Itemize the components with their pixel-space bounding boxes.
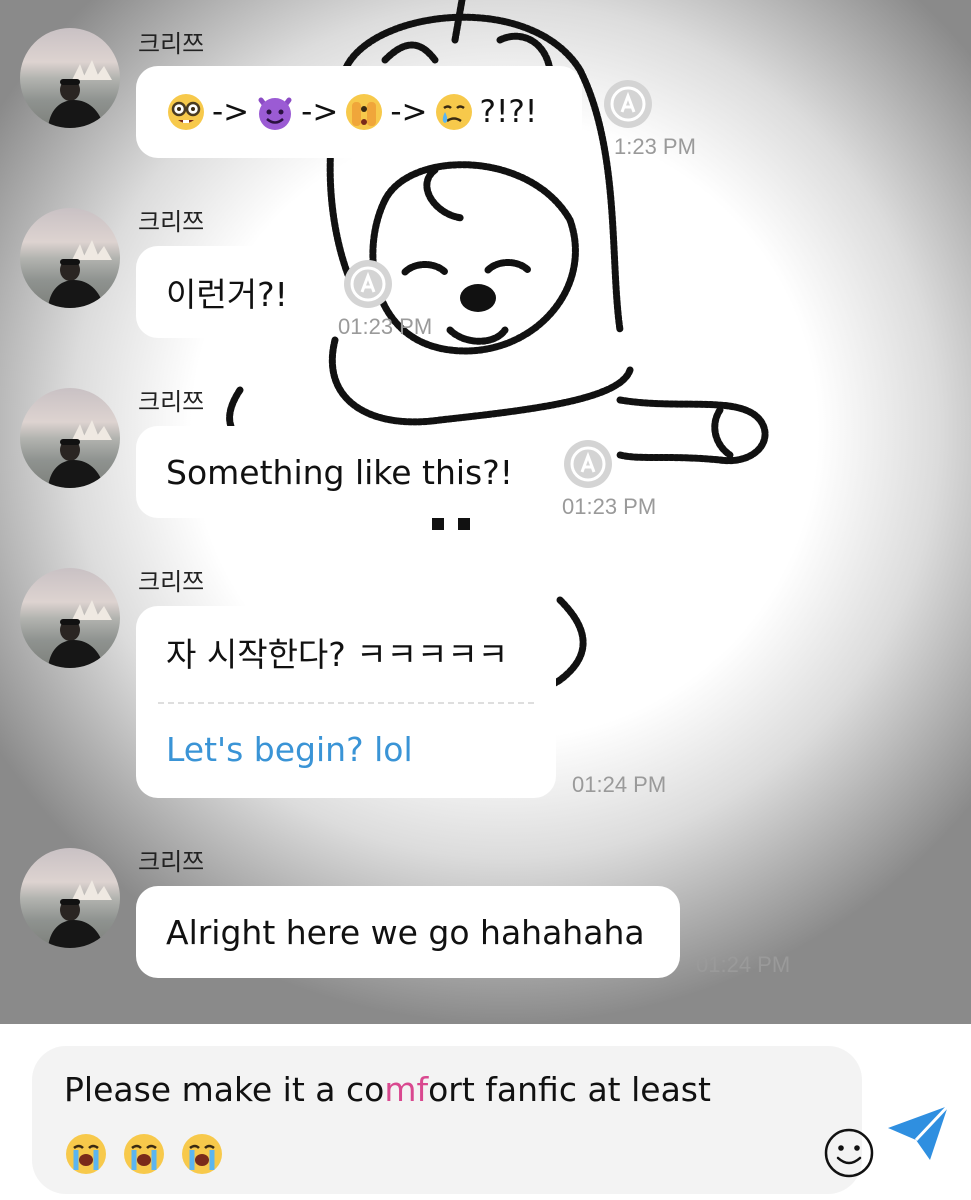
message-composer: Please make it a comfort fanfic at least [0, 1024, 971, 1200]
person-icon [48, 79, 104, 128]
message-bubble[interactable]: 자 시작한다? ㅋㅋㅋㅋㅋ Let's begin? lol [136, 606, 556, 798]
avatar[interactable] [20, 388, 120, 488]
sender-name: 크리쯔 [138, 568, 205, 596]
sender-name: 크리쯔 [138, 208, 205, 236]
loudly-crying-face-icon [182, 1134, 222, 1174]
arrow-text: -> [212, 94, 250, 130]
translate-icon[interactable] [340, 256, 396, 312]
message-bubble[interactable]: -> -> -> ?!?! [136, 66, 582, 158]
message-input[interactable]: Please make it a comfort fanfic at least [32, 1046, 874, 1194]
message-bubble[interactable]: 이런거?! [136, 246, 334, 338]
translation-divider [158, 702, 534, 704]
person-icon [48, 899, 104, 948]
smiling-devil-icon [258, 97, 292, 130]
message-text: 자 시작한다? ㅋㅋㅋㅋㅋ [166, 635, 509, 674]
avatar[interactable] [20, 568, 120, 668]
chat-area: 크리쯔 -> -> -> ?!?! 1:23 PM 크리쯔 이런거?! 01:2… [0, 0, 971, 1024]
loudly-crying-face-icon [124, 1134, 164, 1174]
sender-name: 크리쯔 [138, 848, 205, 876]
face-with-peeking-eye-icon [346, 94, 383, 130]
avatar[interactable] [20, 208, 120, 308]
translation-text: Let's begin? lol [166, 730, 413, 769]
timestamp: 01:23 PM [562, 494, 657, 519]
translate-icon[interactable] [600, 76, 656, 132]
message-bubble[interactable]: Alright here we go hahahaha [136, 886, 680, 978]
sender-name: 크리쯔 [138, 30, 205, 58]
person-icon [48, 259, 104, 308]
loudly-crying-face-icon [66, 1134, 106, 1174]
message-text: Something like this?! [166, 452, 513, 492]
translate-icon[interactable] [560, 436, 616, 492]
person-icon [48, 619, 104, 668]
message-text: ?!?! [479, 94, 538, 130]
timestamp: 01:24 PM [572, 772, 667, 797]
person-icon [48, 439, 104, 488]
input-emojis [64, 1132, 224, 1176]
input-text: Please make it a comfort fanfic at least [64, 1070, 711, 1109]
nerd-face-icon [168, 94, 204, 130]
timestamp: 01:24 PM [696, 952, 791, 977]
message-text: Alright here we go hahahaha [166, 912, 645, 952]
arrow-text: -> [301, 94, 339, 130]
highlighted-text: mf [384, 1070, 429, 1109]
sender-name: 크리쯔 [138, 388, 205, 416]
send-icon[interactable] [886, 1102, 950, 1162]
arrow-text: -> [390, 94, 428, 130]
avatar[interactable] [20, 28, 120, 128]
emoji-picker-icon[interactable] [822, 1126, 876, 1180]
timestamp: 01:23 PM [338, 314, 433, 339]
crying-face-icon [435, 94, 472, 130]
timestamp: 1:23 PM [614, 134, 696, 159]
avatar[interactable] [20, 848, 120, 948]
message-bubble[interactable]: Something like this?! [136, 426, 546, 518]
message-text: 이런거?! [166, 275, 288, 314]
